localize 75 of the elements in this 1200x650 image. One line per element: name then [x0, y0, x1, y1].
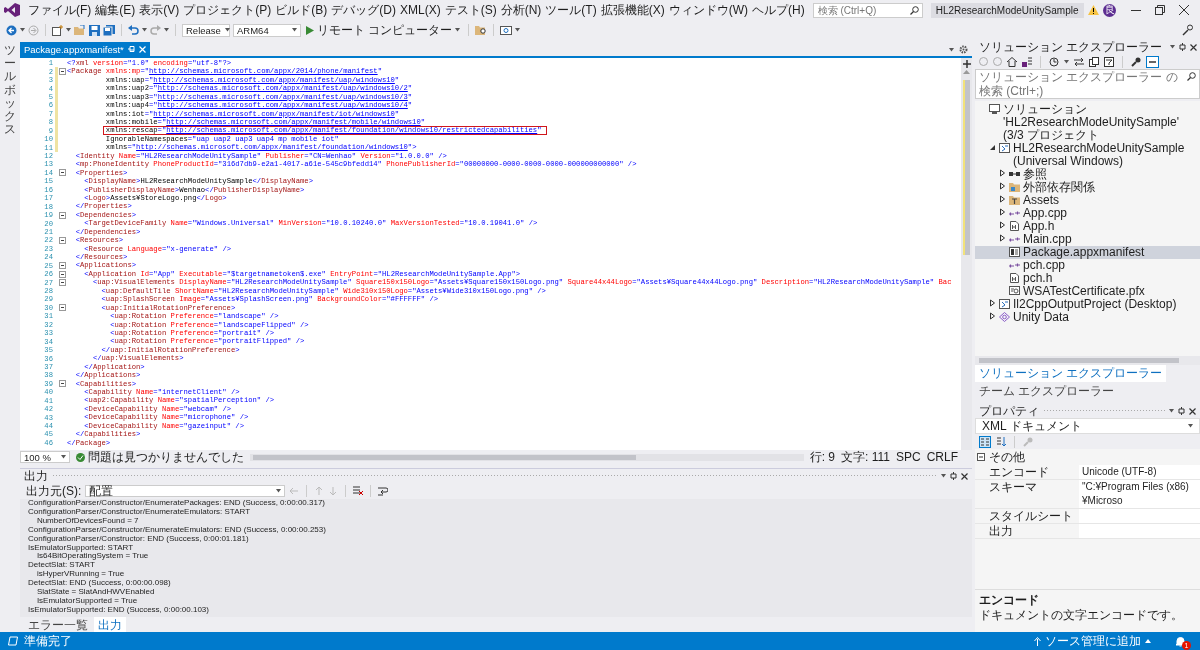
tree-item[interactable]: 外部依存関係	[975, 181, 1200, 194]
tree-item[interactable]: Unity Data	[975, 311, 1200, 324]
column-indicator: 文字: 111	[841, 448, 890, 466]
output-line: NumberOfDevicesFound = 7	[36, 516, 139, 526]
output-line: IsEmulatorSupported: END (Success, 0:00:00.103)	[28, 605, 210, 615]
output-line: SlatState = SlatAndHWVEnabled	[35, 588, 156, 597]
output-line: ConfigurationParser/Constructor/EnumerateEmulators: START	[28, 507, 250, 516]
property-name: 出力	[988, 524, 1014, 538]
tree-item[interactable]: Main.cpp	[975, 233, 1200, 246]
tree-item[interactable]: pch.h	[975, 272, 1200, 285]
property-value[interactable]: "C:¥Program Files (x86)¥Microso	[1079, 480, 1200, 508]
search-field[interactable]: ソリューション エクスプローラー の検索 (Ctrl+;)	[975, 69, 1200, 99]
output-line: IsEmulatorSupported = True	[35, 596, 139, 606]
tree-item[interactable]: Il2CppOutputProject (Desktop)	[975, 298, 1200, 311]
window-title: HL2ResearchModeUnitySample	[930, 2, 1084, 18]
property-value[interactable]: Unicode (UTF-8)	[1079, 465, 1200, 479]
property-name: スタイルシート	[988, 509, 1074, 523]
panel-tab[interactable]: エラー一覧	[24, 617, 92, 634]
panel-tab[interactable]: ソリューション エクスプローラー	[975, 365, 1167, 382]
output-line: IsEmulatorSupported: START	[28, 543, 134, 552]
menu-item[interactable]: 拡張機能(X)	[598, 0, 667, 21]
menu-item[interactable]: テスト(S)	[442, 0, 499, 21]
source-control-button[interactable]: ソース管理に追加	[1034, 632, 1151, 650]
tree-item[interactable]: Assets	[975, 194, 1200, 207]
source-label: 出力元(S):	[26, 482, 82, 500]
output-line: isHyperVRunning = True	[35, 570, 126, 580]
output-line: ConfigurationParser/Constructor: END (Success, 0:00:01.181)	[28, 534, 249, 543]
output-line: DetectSlat: START	[28, 561, 96, 571]
tree-item[interactable]: Package.appxmanifest	[975, 246, 1200, 259]
menu-item[interactable]: プロジェクト(P)	[181, 0, 274, 21]
menu-item[interactable]: XML(X)	[398, 1, 443, 19]
tree-item[interactable]: ソリューション 'HL2ResearchModeUnitySample' (3/3 プロジェクト	[975, 103, 1200, 142]
menu-item[interactable]: 表示(V)	[137, 0, 182, 21]
output-line: ConfigurationParser/Constructor/EnumeratePackages: END (Success, 0:00:00.317)	[28, 499, 327, 508]
description-title: エンコード	[979, 593, 1040, 608]
platform-dropdown[interactable]: ARM64	[233, 23, 301, 37]
source-dropdown[interactable]: 配置	[85, 485, 286, 497]
tree-item[interactable]: 参照	[975, 168, 1200, 181]
panel-title: プロパティ	[979, 402, 1039, 420]
menu-item[interactable]: ヘルプ(H)	[750, 0, 807, 21]
property-group[interactable]: その他	[975, 449, 1200, 465]
run-button[interactable]: リモート コンピューター	[304, 21, 463, 39]
tree-item[interactable]: App.h	[975, 220, 1200, 233]
search-field[interactable]: 検索 (Ctrl+Q)	[812, 2, 923, 18]
panel-tab[interactable]: チーム エクスプローラー	[975, 383, 1119, 400]
menu-item[interactable]: ビルド(B)	[273, 0, 330, 21]
tree-item[interactable]: pch.cpp	[975, 259, 1200, 272]
tree-item[interactable]: WSATestCertificate.pfx	[975, 285, 1200, 298]
zoom-dropdown[interactable]: 100 %	[20, 451, 70, 463]
output-line: ConfigurationParser/Constructor/EnumerateEmulators: END (Success, 0:00:00.253)	[28, 525, 327, 534]
property-name: エンコード	[988, 465, 1050, 479]
tree-item[interactable]: App.cpp	[975, 207, 1200, 220]
description-text: ドキュメントの文字エンコードです。	[979, 608, 1183, 622]
menu-item[interactable]: ファイル(F)	[26, 0, 94, 21]
toolbox-tab[interactable]: ツールボックス	[4, 44, 16, 632]
whitespace-indicator: SPC	[895, 450, 921, 464]
group-label: その他	[989, 450, 1025, 464]
panel-title: ソリューション エクスプローラー	[979, 38, 1163, 56]
output-line: DetectSlat: END (Success, 0:00:00.098)	[28, 579, 172, 589]
menu-item[interactable]: デバッグ(D)	[329, 0, 398, 21]
property-name: スキーマ	[988, 480, 1038, 496]
line-ending-indicator: CRLF	[926, 450, 958, 464]
menu-item[interactable]: ツール(T)	[543, 0, 599, 21]
menu-item[interactable]: 分析(N)	[498, 0, 544, 21]
configuration-dropdown[interactable]: Release	[182, 23, 230, 37]
line-indicator: 行: 9	[809, 448, 836, 466]
tree-item[interactable]: HL2ResearchModeUnitySample (Universal Windows)	[975, 142, 1200, 168]
output-line: Is64BitOperatingSystem = True	[36, 552, 150, 562]
panel-title: 出力	[24, 467, 48, 485]
menu-item[interactable]: 編集(E)	[93, 0, 138, 21]
object-dropdown[interactable]: XML ドキュメント	[975, 418, 1200, 434]
issues-status[interactable]: 問題は見つかりませんでした	[76, 448, 244, 466]
menu-item[interactable]: ウィンドウ(W)	[666, 0, 750, 21]
account-avatar[interactable]: 良	[1103, 3, 1116, 17]
status-text: 準備完了	[24, 632, 72, 650]
